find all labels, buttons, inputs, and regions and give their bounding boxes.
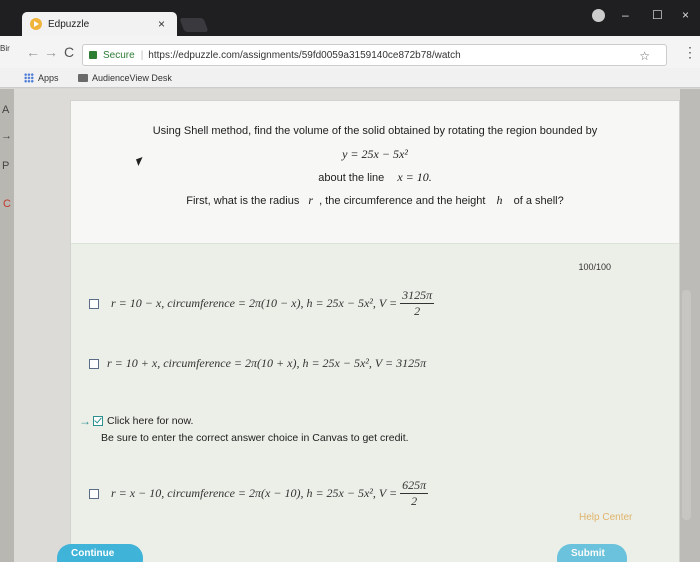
left-fragment-bir: Bir [0,44,10,53]
back-button[interactable]: ← [26,44,40,60]
checkbox[interactable] [89,298,99,309]
question-equation: y = 25x − 5x² [342,147,408,161]
new-tab-button[interactable] [179,18,209,32]
checkbox[interactable] [89,358,99,369]
profile-icon[interactable] [592,9,605,22]
checked-checkbox[interactable] [93,416,103,426]
reload-button[interactable]: C [64,44,74,60]
secure-label: Secure [103,49,135,61]
fraction-denominator: 2 [414,304,421,318]
answer-choice-1[interactable]: r = 10 − x, circumference = 2π(10 − x), … [89,288,435,319]
question-line-1: Using Shell method, find the volume of t… [152,125,598,137]
choice-fraction: 3125π 2 [400,288,435,319]
lock-icon [89,51,97,59]
left-fragment-p: P [2,160,10,172]
answers-area: 100/100 r = 10 − x, circumference = 2π(1… [57,243,679,562]
close-window-button[interactable]: × [682,8,689,22]
scrollbar-thumb[interactable] [682,290,691,520]
fraction-numerator: 3125π [400,288,435,304]
edpuzzle-favicon-icon [30,18,42,30]
about-value: x = 10. [397,170,432,184]
choice-text: r = 10 + x, circumference = 2π(10 + x), … [107,356,427,370]
bookmark-label: AudienceView Desk [92,73,172,83]
continue-button[interactable]: Continue [57,544,143,562]
line3-mid: , the circumference and the height [319,195,486,207]
line3-start: First, what is the radius [186,195,300,207]
checkbox[interactable] [89,488,99,499]
question-line-3: First, what is the radius r , the circum… [71,193,679,208]
choice-text: r = 10 − x, circumference = 2π(10 − x), … [111,296,398,310]
radius-symbol: r [308,193,314,207]
apps-grid-icon [24,73,34,83]
answer-choice-3[interactable]: r = x − 10, circumference = 2π(x − 10), … [89,478,429,509]
height-symbol: h [496,193,503,207]
url-text[interactable]: https://edpuzzle.com/assignments/59fd005… [148,50,460,61]
fraction-denominator: 2 [411,494,418,508]
help-center-link[interactable]: Help Center [579,512,632,523]
tab-strip: Edpuzzle × – ☐ × [0,0,700,36]
menu-icon[interactable]: ⋮ [683,44,697,61]
choice-text: r = x − 10, circumference = 2π(x − 10), … [111,486,398,500]
bookmarks-bar: Apps AudienceView Desk [0,68,700,88]
fraction-numerator: 625π [400,478,429,494]
maximize-button[interactable]: ☐ [652,8,663,22]
tab-edpuzzle[interactable]: Edpuzzle × [22,12,177,36]
left-fragment-a: A [2,104,10,116]
minimize-button[interactable]: – [622,8,629,22]
question-area: Using Shell method, find the volume of t… [71,101,679,243]
selected-arrow-icon: → [79,414,91,428]
question-line-2: about the line x = 10. [71,170,679,185]
folder-icon [78,74,88,82]
omnibox-separator: | [140,49,144,61]
about-label: about the line [318,172,385,184]
answer-choice-2[interactable]: r = 10 + x, circumference = 2π(10 + x), … [89,356,426,371]
left-fragment-c: C [3,198,11,210]
points-badge: 100/100 [578,262,611,272]
tab-close-icon[interactable]: × [158,17,165,31]
forward-button[interactable]: → [44,44,58,60]
line3-end: of a shell? [513,195,564,207]
bookmark-label: Apps [38,73,59,83]
bookmark-audienceview[interactable]: AudienceView Desk [78,73,172,83]
tab-title: Edpuzzle [48,18,90,30]
question-card: Using Shell method, find the volume of t… [57,100,680,562]
selected-label: Click here for now. [107,415,194,427]
address-bar[interactable]: Secure | https://edpuzzle.com/assignment… [82,44,667,66]
bookmark-apps[interactable]: Apps [24,73,59,83]
left-arrow-icon: → [1,130,12,142]
submit-button[interactable]: Submit [557,544,627,562]
choice-fraction: 625π 2 [400,478,429,509]
selected-choice-row[interactable]: → Click here for now. [79,414,193,428]
feedback-note: Be sure to enter the correct answer choi… [101,432,409,444]
bookmark-star-icon[interactable]: ☆ [639,49,650,63]
